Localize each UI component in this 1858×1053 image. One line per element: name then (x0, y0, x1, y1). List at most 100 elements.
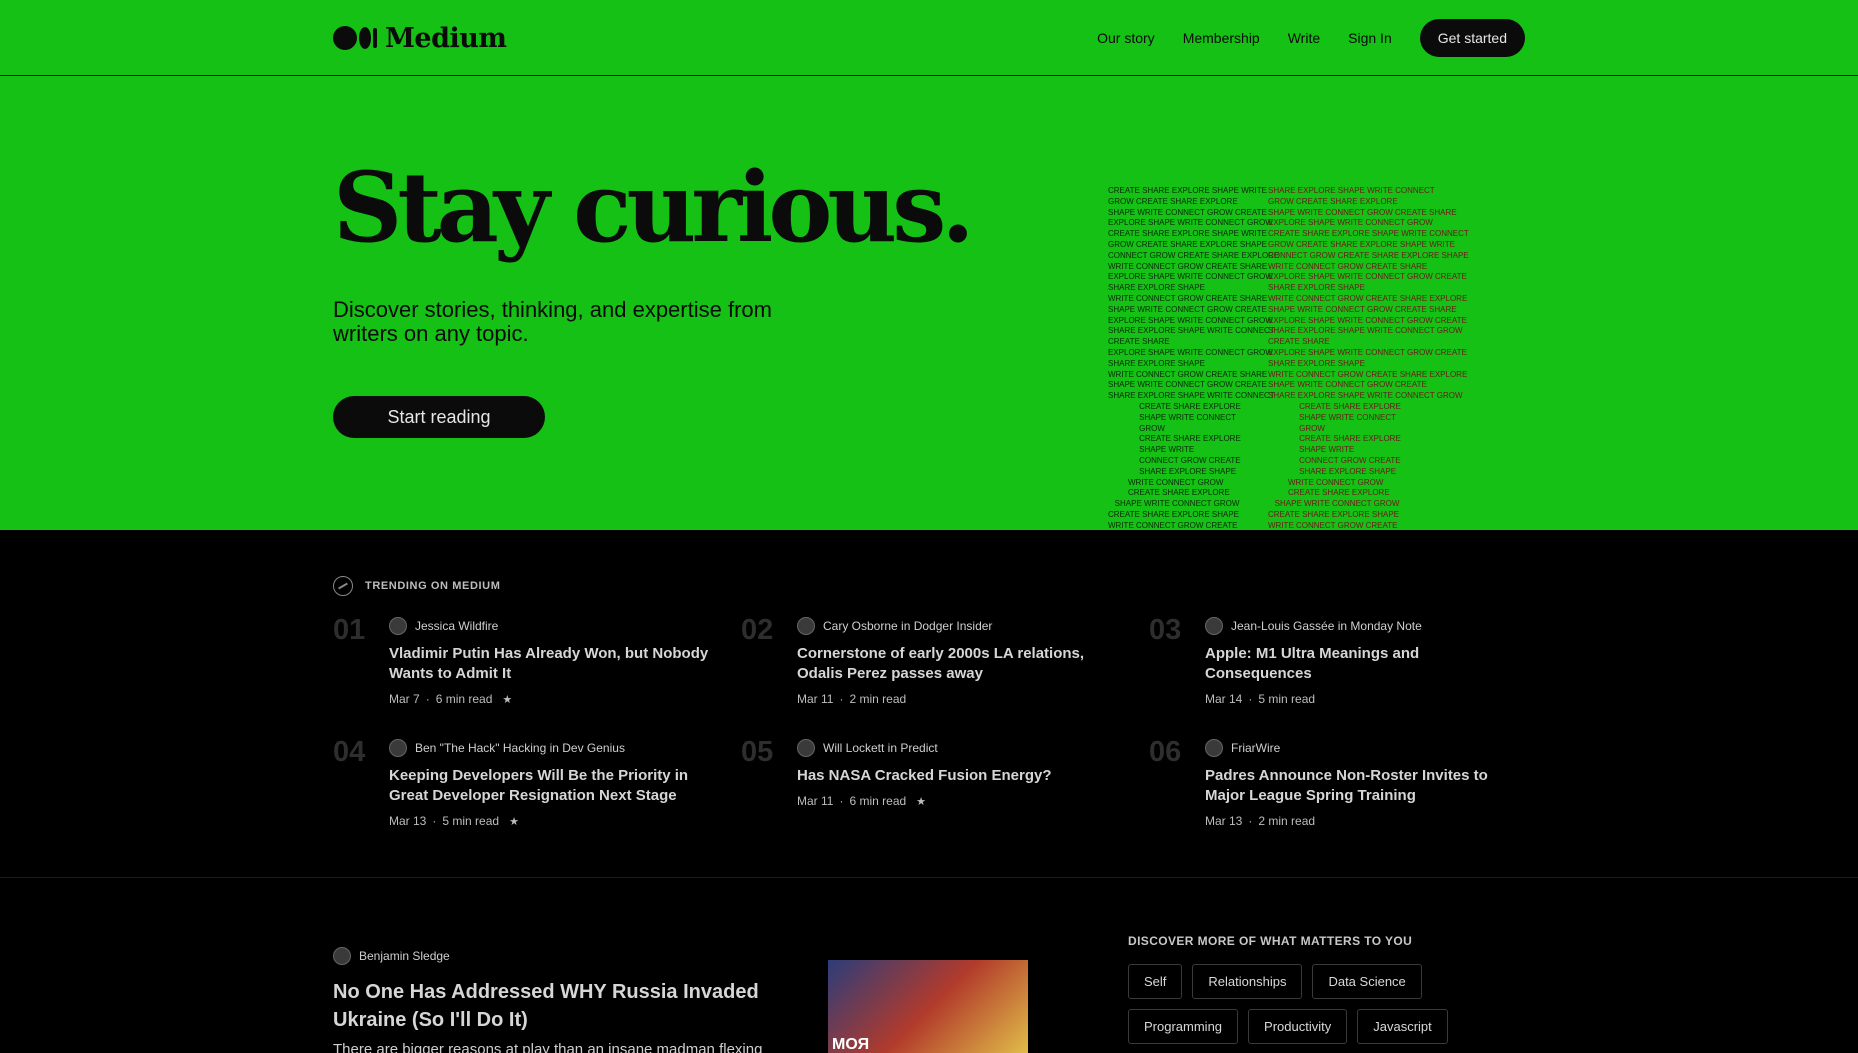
trending-date: Mar 14 (1205, 692, 1243, 706)
art-line: CREATE SHARE EXPLORE SHAPE (1268, 509, 1399, 519)
art-line: EXPLORE SHAPE WRITE CONNECT GROW (1268, 218, 1433, 228)
trending-meta: Mar 14 · 5 min read (1205, 692, 1525, 706)
art-line: GROW CREATE SHARE EXPLORE SHAPE WRITE (1268, 239, 1455, 249)
art-line: CREATE SHARE EXPLORE (1268, 488, 1390, 498)
trending-read-time: 2 min read (1258, 814, 1316, 828)
trending-title[interactable]: Has NASA Cracked Fusion Energy? (797, 766, 1117, 786)
art-line: WRITE CONNECT GROW CREATE SHARE (1108, 293, 1268, 303)
nav-write[interactable]: Write (1288, 30, 1320, 46)
trending-meta: Mar 11 · 6 min read ★ (797, 794, 1117, 808)
art-line: CONNECT GROW CREATE (1268, 455, 1401, 465)
trending-item-5[interactable]: 05 Will Lockett in Predict Has NASA Crac… (741, 736, 1121, 846)
art-line: SHARE EXPLORE SHAPE (1108, 466, 1237, 476)
art-line: GROW CREATE SHARE EXPLORE (1108, 196, 1238, 206)
author-name: Cary Osborne in Dodger Insider (823, 619, 993, 633)
trending-author[interactable]: Will Lockett in Predict (797, 738, 1117, 758)
top-bar-inner: Medium Our story Membership Write Sign I… (333, 0, 1525, 76)
member-star-icon: ★ (502, 693, 513, 706)
art-line: WRITE CONNECT GROW CREATE (1268, 520, 1398, 530)
art-line: CONNECT GROW CREATE (1108, 455, 1241, 465)
medium-logo[interactable]: Medium (333, 22, 507, 54)
art-line: WRITE CONNECT GROW (1108, 477, 1224, 487)
feed-post[interactable]: Benjamin Sledge No One Has Addressed WHY… (333, 946, 793, 1053)
nav-membership[interactable]: Membership (1183, 30, 1260, 46)
art-line: SHAPE WRITE (1108, 445, 1195, 455)
art-line: SHARE EXPLORE SHAPE (1108, 283, 1205, 293)
author-name: FriarWire (1231, 741, 1281, 755)
trending-title[interactable]: Keeping Developers Will Be the Priority … (389, 766, 709, 806)
art-line: CREATE SHARE EXPLORE (1108, 401, 1241, 411)
art-line: CREATE SHARE EXPLORE (1108, 434, 1241, 444)
post-thumbnail[interactable]: МОЯ (828, 960, 1028, 1053)
tag-relationships[interactable]: Relationships (1192, 964, 1303, 999)
art-line: CREATE SHARE EXPLORE SHAPE (1108, 509, 1239, 519)
art-line: CONNECT GROW CREATE SHARE EXPLORE (1108, 250, 1280, 260)
trending-title[interactable]: Apple: M1 Ultra Meanings and Consequence… (1205, 644, 1525, 684)
trending-body: Will Lockett in Predict Has NASA Cracked… (797, 738, 1117, 808)
trending-number: 03 (1149, 614, 1182, 646)
art-line: SHARE EXPLORE SHAPE (1268, 466, 1397, 476)
brand-name: Medium (385, 22, 507, 54)
member-star-icon: ★ (916, 795, 927, 808)
tag-programming[interactable]: Programming (1128, 1009, 1239, 1044)
top-nav: Our story Membership Write Sign In Get s… (1097, 19, 1525, 57)
trending-title[interactable]: Cornerstone of early 2000s LA relations,… (797, 644, 1117, 684)
trending-number: 05 (741, 736, 774, 768)
tag-data-science[interactable]: Data Science (1312, 964, 1422, 999)
hero-subtitle: Discover stories, thinking, and expertis… (333, 297, 772, 347)
trending-meta: Mar 7 · 6 min read ★ (389, 692, 709, 706)
nav-our-story[interactable]: Our story (1097, 30, 1155, 46)
trending-item-4[interactable]: 04 Ben "The Hack" Hacking in Dev Genius … (333, 736, 713, 846)
author-name: Benjamin Sledge (359, 949, 450, 963)
trending-read-time: 6 min read (849, 794, 907, 808)
trending-title[interactable]: Vladimir Putin Has Already Won, but Nobo… (389, 644, 709, 684)
post-title[interactable]: No One Has Addressed WHY Russia Invaded … (333, 978, 793, 1034)
tag-productivity[interactable]: Productivity (1248, 1009, 1348, 1044)
trending-item-1[interactable]: 01 Jessica Wildfire Vladimir Putin Has A… (333, 614, 713, 724)
art-line: SHAPE WRITE CONNECT GROW CREATE (1108, 207, 1267, 217)
thumbnail-text: МОЯ (832, 1036, 870, 1053)
art-line: WRITE CONNECT GROW CREATE SHARE (1108, 369, 1268, 379)
tag-javascript[interactable]: Javascript (1357, 1009, 1448, 1044)
author-name: Jean-Louis Gassée in Monday Note (1231, 619, 1422, 633)
art-column-left: CREATE SHARE EXPLORE SHAPE WRITE GROW CRE… (1108, 186, 1279, 530)
logo-circle-icon (333, 26, 357, 50)
topic-tags: Self Relationships Data Science Programm… (1128, 964, 1528, 1044)
trending-author[interactable]: Jean-Louis Gassée in Monday Note (1205, 616, 1525, 636)
trending-author[interactable]: Ben "The Hack" Hacking in Dev Genius (389, 738, 709, 758)
trending-item-3[interactable]: 03 Jean-Louis Gassée in Monday Note Appl… (1149, 614, 1529, 724)
art-line: SHARE EXPLORE SHAPE (1268, 358, 1365, 368)
post-author[interactable]: Benjamin Sledge (333, 946, 793, 966)
trending-author[interactable]: Jessica Wildfire (389, 616, 709, 636)
nav-sign-in[interactable]: Sign In (1348, 30, 1392, 46)
tag-self[interactable]: Self (1128, 964, 1183, 999)
trending-date: Mar 11 (797, 692, 834, 706)
art-line: SHAPE WRITE CONNECT GROW CREATE (1108, 304, 1267, 314)
art-line: SHAPE WRITE CONNECT GROW CREATE SHARE (1268, 304, 1457, 314)
art-line: WRITE CONNECT GROW CREATE SHARE EXPLORE (1268, 369, 1468, 379)
hero-section: Stay curious. Discover stories, thinking… (0, 76, 1858, 530)
art-column-right: SHARE EXPLORE SHAPE WRITE CONNECT GROW CR… (1268, 186, 1469, 530)
art-line: EXPLORE SHAPE WRITE CONNECT GROW (1108, 347, 1273, 357)
author-avatar (389, 739, 407, 757)
start-reading-button[interactable]: Start reading (333, 396, 545, 438)
get-started-button[interactable]: Get started (1419, 19, 1525, 57)
top-bar: Medium Our story Membership Write Sign I… (0, 0, 1858, 76)
discover-title: DISCOVER MORE OF WHAT MATTERS TO YOU (1128, 934, 1413, 948)
author-avatar (389, 617, 407, 635)
trending-author[interactable]: FriarWire (1205, 738, 1525, 758)
art-line: SHAPE WRITE CONNECT GROW CREATE SHARE (1268, 207, 1457, 217)
art-line: SHARE EXPLORE SHAPE (1268, 283, 1365, 293)
art-line: SHARE EXPLORE SHAPE WRITE CONNECT GROW (1268, 326, 1463, 336)
author-name: Jessica Wildfire (415, 619, 499, 633)
trending-title[interactable]: Padres Announce Non-Roster Invites to Ma… (1205, 766, 1525, 806)
trending-heading: TRENDING ON MEDIUM (333, 576, 500, 596)
trending-author[interactable]: Cary Osborne in Dodger Insider (797, 616, 1117, 636)
trending-body: Cary Osborne in Dodger Insider Cornersto… (797, 616, 1117, 706)
trending-item-6[interactable]: 06 FriarWire Padres Announce Non-Roster … (1149, 736, 1529, 846)
author-name: Ben "The Hack" Hacking in Dev Genius (415, 741, 625, 755)
trending-date: Mar 13 (1205, 814, 1243, 828)
trending-item-2[interactable]: 02 Cary Osborne in Dodger Insider Corner… (741, 614, 1121, 724)
member-star-icon: ★ (509, 815, 519, 828)
trending-number: 01 (333, 614, 366, 646)
